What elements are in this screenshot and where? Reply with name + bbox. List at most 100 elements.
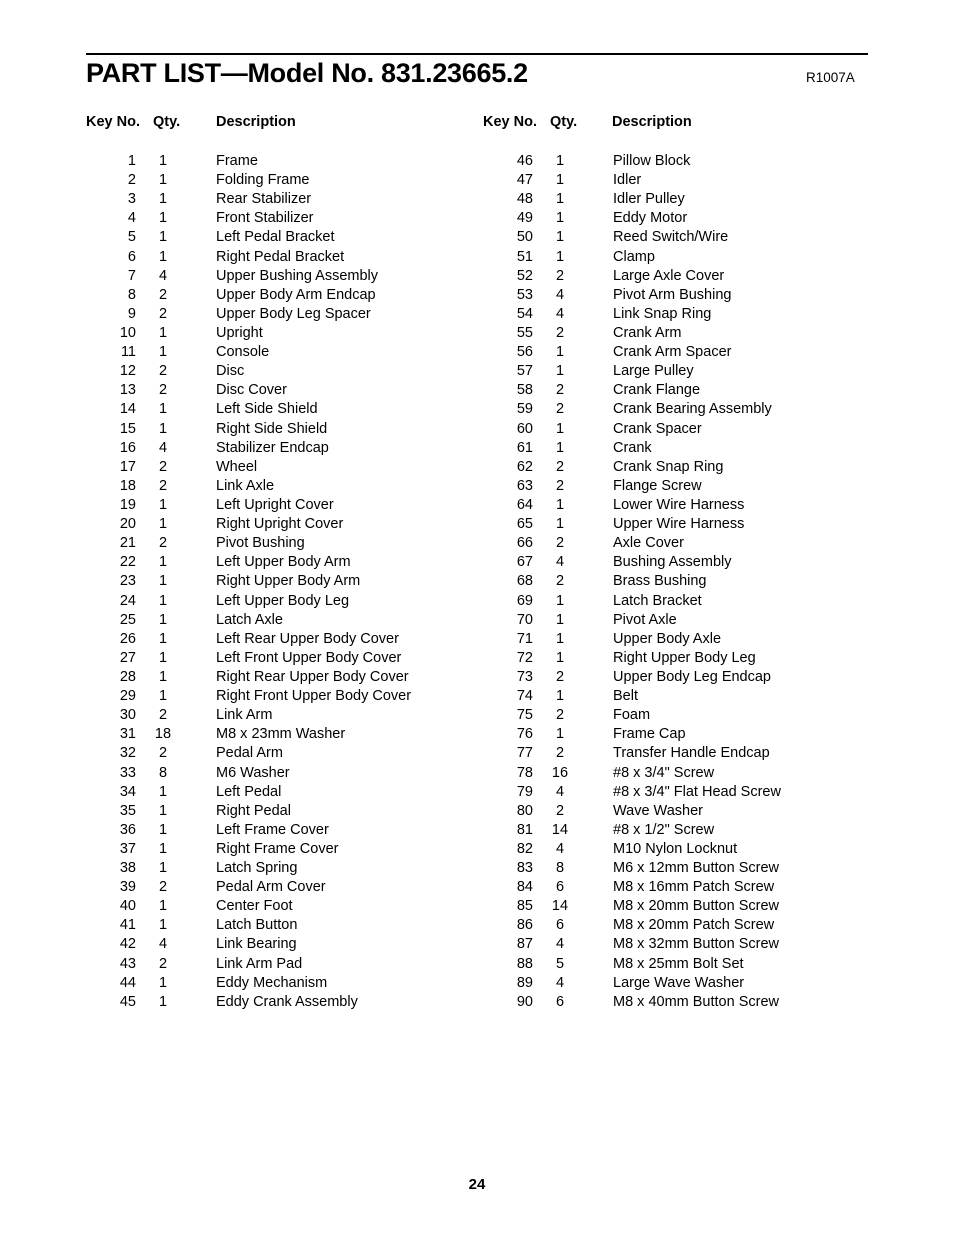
part-key-number: 14	[119, 401, 136, 418]
part-quantity: 2	[555, 573, 565, 590]
part-description: Rear Stabilizer	[216, 191, 312, 208]
part-key-number: 20	[119, 516, 136, 533]
part-description: Crank Arm Spacer	[613, 344, 732, 361]
revision-code: R1007A	[806, 70, 855, 85]
part-key-number: 56	[516, 344, 533, 361]
part-key-number: 33	[119, 764, 136, 781]
part-description: Crank Flange	[613, 382, 701, 399]
part-quantity: 2	[158, 535, 168, 552]
part-quantity: 1	[555, 688, 565, 705]
part-quantity: 1	[158, 401, 168, 418]
part-description: Brass Bushing	[613, 573, 707, 590]
part-description: Flange Screw	[613, 477, 702, 494]
part-quantity: 1	[158, 573, 168, 590]
part-quantity: 1	[555, 516, 565, 533]
part-quantity: 2	[158, 955, 168, 972]
part-description: M8 x 20mm Patch Screw	[613, 917, 775, 934]
part-quantity: 2	[158, 745, 168, 762]
part-description: M8 x 25mm Bolt Set	[613, 955, 744, 972]
part-description: Crank Snap Ring	[613, 458, 724, 475]
part-description: Large Pulley	[613, 363, 694, 380]
part-description: Pivot Bushing	[216, 535, 305, 552]
part-key-number: 29	[119, 688, 136, 705]
part-key-number: 46	[516, 153, 533, 169]
part-quantity: 1	[555, 344, 565, 361]
part-quantity: 2	[555, 535, 565, 552]
part-description: Clamp	[613, 248, 655, 265]
part-quantity: 6	[555, 993, 565, 1010]
part-quantity: 2	[555, 477, 565, 494]
part-quantity: 2	[158, 382, 168, 399]
part-description: Wave Washer	[613, 802, 703, 819]
part-key-number: 82	[516, 840, 533, 857]
part-quantity: 2	[555, 382, 565, 399]
part-quantity: 4	[555, 305, 565, 322]
part-description: Idler Pulley	[613, 191, 685, 208]
part-description: #8 x 1/2" Screw	[613, 821, 715, 838]
part-description: Latch Spring	[216, 860, 298, 877]
part-key-number: 10	[119, 324, 136, 341]
part-key-number: 13	[119, 382, 136, 399]
part-quantity: 1	[158, 917, 168, 934]
part-key-number: 57	[516, 363, 533, 380]
part-description: M8 x 23mm Washer	[216, 726, 346, 743]
part-description: Left Upper Body Arm	[216, 554, 351, 571]
part-key-number: 43	[119, 955, 136, 972]
part-quantity: 2	[158, 707, 168, 724]
part-quantity: 1	[555, 363, 565, 380]
part-quantity: 1	[555, 248, 565, 265]
part-quantity: 2	[555, 707, 565, 724]
part-key-number: 42	[119, 936, 136, 953]
part-description: Idler	[613, 172, 642, 189]
part-key-number: 2	[127, 172, 136, 189]
page-number: 24	[468, 1176, 486, 1193]
part-key-number: 32	[119, 745, 136, 762]
column-header-key-no-left: Key No.	[86, 114, 140, 130]
part-quantity: 1	[158, 420, 168, 437]
part-description: Link Bearing	[216, 936, 297, 953]
part-quantity: 1	[158, 649, 168, 666]
part-quantity: 2	[555, 401, 565, 418]
part-key-number: 26	[119, 630, 136, 647]
part-key-number: 63	[516, 477, 533, 494]
part-quantity: 1	[158, 172, 168, 189]
part-key-number: 88	[516, 955, 533, 972]
part-quantity: 16	[551, 764, 569, 781]
part-quantity: 1	[158, 821, 168, 838]
part-description: Pivot Axle	[613, 611, 677, 628]
part-key-number: 66	[516, 535, 533, 552]
part-key-number: 81	[516, 821, 533, 838]
part-description: Link Arm Pad	[216, 955, 303, 972]
part-description: M8 x 16mm Patch Screw	[613, 879, 775, 896]
part-key-number: 73	[516, 668, 533, 685]
part-description: Pedal Arm Cover	[216, 879, 326, 896]
column-header-description-left: Description	[216, 114, 296, 130]
part-key-number: 58	[516, 382, 533, 399]
part-quantity: 4	[158, 267, 168, 284]
part-description: Front Stabilizer	[216, 210, 314, 227]
part-quantity: 2	[555, 668, 565, 685]
part-quantity: 2	[158, 305, 168, 322]
part-key-number: 54	[516, 305, 533, 322]
part-key-number: 45	[119, 993, 136, 1010]
part-description: Disc Cover	[216, 382, 287, 399]
part-key-number: 77	[516, 745, 533, 762]
part-key-number: 22	[119, 554, 136, 571]
part-key-number: 55	[516, 324, 533, 341]
part-key-number: 71	[516, 630, 533, 647]
part-key-number: 24	[119, 592, 136, 609]
part-key-number: 4	[127, 210, 136, 227]
part-key-number: 8	[127, 286, 136, 303]
part-description: Foam	[613, 707, 651, 724]
part-quantity: 2	[158, 363, 168, 380]
part-quantity: 1	[158, 210, 168, 227]
part-key-number: 9	[127, 305, 136, 322]
part-quantity: 14	[551, 821, 569, 838]
part-quantity: 1	[555, 210, 565, 227]
part-description: Frame	[216, 153, 258, 169]
part-description: Frame Cap	[613, 726, 686, 743]
part-quantity: 1	[555, 726, 565, 743]
part-key-number: 72	[516, 649, 533, 666]
part-key-number: 78	[516, 764, 533, 781]
part-key-number: 19	[119, 496, 136, 513]
